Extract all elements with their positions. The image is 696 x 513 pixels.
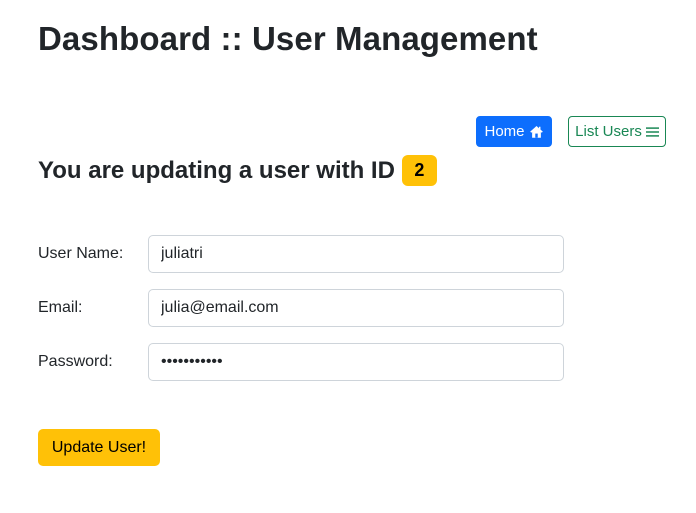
update-user-button[interactable]: Update User!: [38, 429, 160, 466]
email-label: Email:: [38, 299, 83, 316]
list-icon: [645, 126, 659, 138]
password-input[interactable]: [148, 343, 564, 381]
username-row: User Name:: [38, 235, 568, 273]
list-users-button[interactable]: List Users: [568, 116, 666, 147]
home-button[interactable]: Home: [476, 116, 552, 147]
password-label: Password:: [38, 353, 113, 370]
email-input[interactable]: [148, 289, 564, 327]
house-icon: [529, 125, 544, 139]
email-row: Email:: [38, 289, 568, 327]
username-label: User Name:: [38, 245, 124, 262]
user-id-badge: 2: [401, 155, 437, 186]
password-row: Password:: [38, 343, 568, 381]
page: Dashboard :: User Management Home List U…: [0, 0, 696, 513]
username-input[interactable]: [148, 235, 564, 273]
update-heading-text: You are updating a user with ID: [38, 156, 395, 184]
list-users-button-label: List Users: [575, 123, 642, 140]
page-title: Dashboard :: User Management: [38, 20, 538, 57]
home-button-label: Home: [484, 123, 525, 140]
update-heading: You are updating a user with ID 2: [38, 155, 437, 186]
